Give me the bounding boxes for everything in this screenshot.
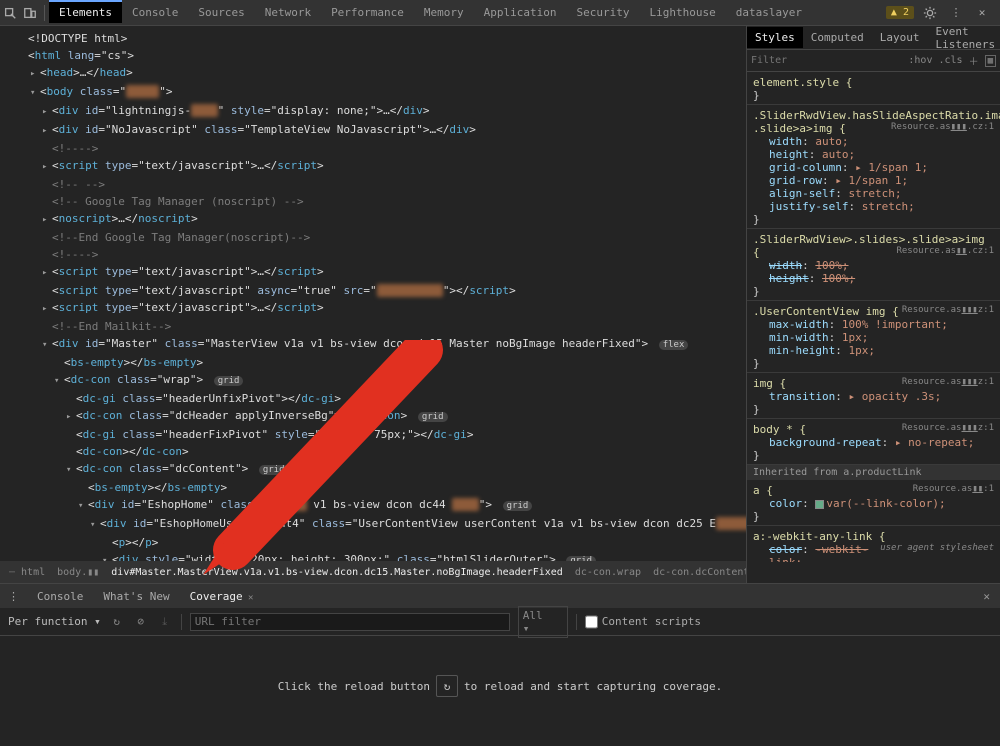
dom-node[interactable]: <dc-con class="dcContent"> grid (0, 460, 746, 479)
clear-icon[interactable]: ⊘ (133, 614, 149, 630)
dom-node[interactable]: <!-- Google Tag Manager (noscript) --> (0, 193, 746, 210)
inspect-icon[interactable] (0, 3, 20, 23)
all-select[interactable]: All ▾ (518, 606, 568, 638)
tab-sources[interactable]: Sources (188, 2, 254, 23)
tab-console[interactable]: Console (122, 2, 188, 23)
dom-node[interactable]: <dc-con class="wrap"> grid (0, 371, 746, 390)
devtools-toolbar: ElementsConsoleSourcesNetworkPerformance… (0, 0, 1000, 26)
dom-node[interactable]: <div id="lightningjs-▮▮▮▮" style="displa… (0, 102, 746, 121)
breadcrumb-item[interactable]: dc-con.wrap (572, 564, 644, 581)
computed-toggle-icon[interactable]: ▦ (985, 55, 996, 67)
dom-node[interactable]: <div id="EshopHomeUserContent4" class="U… (0, 515, 746, 534)
dom-node[interactable]: <!--End Mailkit--> (0, 318, 746, 335)
dom-node[interactable]: <script type="text/javascript">…</script… (0, 157, 746, 176)
styles-pane: StylesComputedLayoutEvent Listeners» :ho… (746, 26, 1000, 583)
warning-badge[interactable]: ▲ 2 (886, 6, 914, 19)
url-filter-input[interactable] (190, 613, 510, 631)
tab-lighthouse[interactable]: Lighthouse (640, 2, 726, 23)
device-toggle-icon[interactable] (20, 3, 40, 23)
tab-network[interactable]: Network (255, 2, 321, 23)
drawer-tab-coverage[interactable]: Coverage ✕ (180, 586, 264, 609)
dom-node[interactable]: <script type="text/javascript" async="tr… (0, 282, 746, 299)
tab-dataslayer[interactable]: dataslayer (726, 2, 812, 23)
dom-node[interactable]: <bs-empty></bs-empty> (0, 354, 746, 371)
dom-node[interactable]: <body class="▮▮▮▮▮"> (0, 83, 746, 102)
dom-node[interactable]: <html lang="cs"> (0, 47, 746, 64)
dom-node[interactable]: <dc-gi class="headerFixPivot" style="hei… (0, 426, 746, 443)
tab-application[interactable]: Application (474, 2, 567, 23)
styles-tab-computed[interactable]: Computed (803, 27, 872, 48)
dom-node[interactable]: <div id="NoJavascript" class="TemplateVi… (0, 121, 746, 140)
content-scripts-label: Content scripts (602, 615, 701, 628)
coverage-toolbar: Per function ▾ ↻ ⊘ ⤓ All ▾ Content scrip… (0, 608, 1000, 636)
dom-node[interactable]: <p></p> (0, 534, 746, 551)
dom-node[interactable]: <noscript>…</noscript> (0, 210, 746, 229)
close-icon[interactable]: ✕ (972, 3, 992, 23)
styles-filter-input[interactable] (751, 55, 801, 66)
export-icon[interactable]: ⤓ (157, 614, 173, 630)
drawer-close-icon[interactable]: ✕ (973, 590, 1000, 603)
dom-node[interactable]: <dc-con class="dcHeader applyInverseBg">… (0, 407, 746, 426)
drawer-tab-console[interactable]: Console (27, 586, 93, 607)
dom-node[interactable]: <bs-empty></bs-empty> (0, 479, 746, 496)
dom-node[interactable]: <script type="text/javascript">…</script… (0, 263, 746, 282)
dom-node[interactable]: <script type="text/javascript">…</script… (0, 299, 746, 318)
reload-button[interactable]: ↻ (436, 675, 458, 697)
breadcrumb-item[interactable]: div#Master.MasterView.v1a.v1.bs-view.dco… (108, 564, 566, 581)
reload-icon[interactable]: ↻ (109, 614, 125, 630)
dom-node[interactable]: <head>…</head> (0, 64, 746, 83)
styles-tab-styles[interactable]: Styles (747, 27, 803, 48)
dom-node[interactable]: <dc-con></dc-con> (0, 443, 746, 460)
dom-node[interactable]: <div id="EshopHome" class="▮▮▮▮▮▮ v1 bs-… (0, 496, 746, 515)
perfn-select[interactable]: Per function ▾ (8, 615, 101, 628)
breadcrumb[interactable]: ⋯html body.▮▮ div#Master.MasterView.v1a.… (0, 561, 746, 583)
tab-security[interactable]: Security (567, 2, 640, 23)
drawer: ⋮ ConsoleWhat's NewCoverage ✕ ✕ Per func… (0, 583, 1000, 746)
tab-elements[interactable]: Elements (49, 0, 122, 23)
breadcrumb-item[interactable]: html (18, 564, 48, 581)
content-scripts-checkbox[interactable] (585, 613, 598, 631)
dom-node[interactable]: <dc-gi class="headerUnfixPivot"></dc-gi> (0, 390, 746, 407)
styles-tab-layout[interactable]: Layout (872, 27, 928, 48)
coverage-empty-message: Click the reload button ↻ to reload and … (0, 636, 1000, 736)
dom-node[interactable]: <!DOCTYPE html> (0, 30, 746, 47)
hov-toggle[interactable]: :hov (908, 55, 932, 66)
settings-icon[interactable] (920, 3, 940, 23)
new-rule-icon[interactable]: ＋ (969, 53, 979, 68)
breadcrumb-item[interactable]: dc-con.dcContent (650, 564, 746, 581)
drawer-tab-whatsnew[interactable]: What's New (93, 586, 179, 607)
breadcrumb-item[interactable]: body.▮▮ (54, 564, 102, 581)
dom-node[interactable]: <!----> (0, 246, 746, 263)
kebab-menu-icon[interactable]: ⋮ (946, 3, 966, 23)
drawer-menu-icon[interactable]: ⋮ (0, 590, 27, 603)
dom-node[interactable]: <div id="Master" class="MasterView v1a v… (0, 335, 746, 354)
dom-node[interactable]: <!--End Google Tag Manager(noscript)--> (0, 229, 746, 246)
styles-tabs: StylesComputedLayoutEvent Listeners» (747, 26, 1000, 50)
tab-performance[interactable]: Performance (321, 2, 414, 23)
cls-toggle[interactable]: .cls (938, 55, 962, 66)
dom-node[interactable]: <!-- --> (0, 176, 746, 193)
tab-memory[interactable]: Memory (414, 2, 474, 23)
styles-tab-event-listeners[interactable]: Event Listeners (927, 26, 1000, 55)
dom-node[interactable]: <!----> (0, 140, 746, 157)
elements-tree[interactable]: <!DOCTYPE html><html lang="cs"><head>…</… (0, 26, 746, 583)
